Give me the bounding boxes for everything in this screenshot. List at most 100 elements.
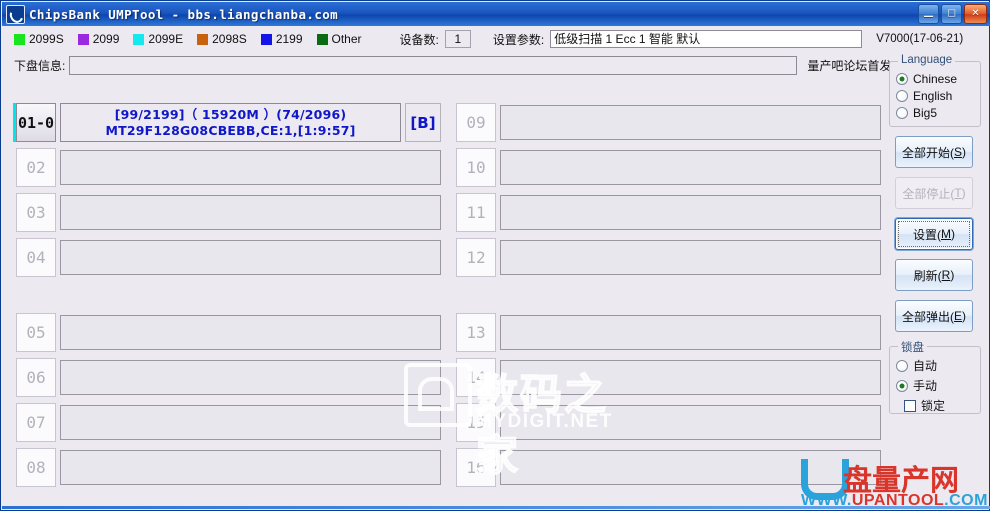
slot-row[interactable]: 13	[453, 312, 881, 353]
device-count-label: 设备数:	[399, 32, 439, 47]
slot-number: 03	[16, 193, 56, 232]
refresh-tail: )	[950, 268, 955, 282]
legend-swatch-2098s	[197, 33, 209, 45]
app-window: ChipsBank UMPTool - bbs.liangchanba.com …	[0, 0, 990, 511]
slot-number: 11	[456, 193, 496, 232]
slot-number: 06	[16, 358, 56, 397]
slot-row[interactable]: 03	[13, 192, 441, 233]
param-field[interactable]: 低级扫描 1 Ecc 1 智能 默认	[550, 30, 863, 48]
slot-body[interactable]	[60, 360, 441, 395]
maximize-button[interactable]: □	[941, 4, 962, 24]
slot-body[interactable]	[500, 150, 881, 185]
slot-row[interactable]: 14	[453, 357, 881, 398]
slot-body[interactable]	[60, 150, 441, 185]
language-option-big5[interactable]: Big5	[896, 106, 980, 120]
language-group: Language Chinese English Big5	[889, 54, 981, 127]
minimize-button[interactable]: —	[918, 4, 939, 24]
slot-body[interactable]	[500, 240, 881, 275]
legend-item: 2099S	[14, 32, 64, 46]
radio-icon	[896, 379, 908, 392]
refresh-button[interactable]: 刷新(R)	[895, 259, 973, 291]
slot-row[interactable]: 15	[453, 402, 881, 443]
settings-tail: )	[951, 227, 955, 241]
slot-row[interactable]: 10	[453, 147, 881, 188]
maximize-icon: □	[947, 8, 956, 19]
lock-group: 锁盘 自动 手动 锁定	[889, 339, 981, 414]
slot-body[interactable]	[60, 240, 441, 275]
start-all-accel: S	[953, 145, 962, 159]
slot-body[interactable]	[500, 405, 881, 440]
lock-checkbox-label: 锁定	[921, 399, 946, 413]
slot-number: 05	[16, 313, 56, 352]
start-all-button[interactable]: 全部开始(S)	[895, 136, 973, 168]
slot-body[interactable]	[500, 195, 881, 230]
slot-row[interactable]: 09	[453, 102, 881, 143]
language-option-label: Big5	[913, 106, 938, 120]
slot-number: 16	[456, 448, 496, 487]
radio-icon	[896, 90, 908, 102]
slot-row[interactable]: 16	[453, 447, 881, 488]
slot-number: 15	[456, 403, 496, 442]
eject-all-accel: E	[953, 309, 962, 323]
slot-body[interactable]: [99/2199]（ 15920M ）(74/2096) MT29F128G08…	[60, 103, 401, 142]
legend-label: 2098S	[212, 32, 247, 46]
slot-number: 08	[16, 448, 56, 487]
status-line	[2, 506, 990, 509]
slot-row[interactable]: 01-0 [99/2199]（ 15920M ）(74/2096) MT29F1…	[13, 102, 441, 143]
lock-option-label: 手动	[913, 379, 938, 393]
slot-body[interactable]	[500, 105, 881, 140]
disk-info-field[interactable]	[69, 55, 798, 75]
slot-body[interactable]	[500, 450, 881, 485]
settings-button[interactable]: 设置(M)	[895, 218, 973, 250]
legend-swatch-2199	[260, 33, 272, 45]
eject-all-button[interactable]: 全部弹出(E)	[895, 300, 973, 332]
slot-number: 13	[456, 313, 496, 352]
radio-icon	[896, 359, 908, 372]
stop-all-button[interactable]: 全部停止(T)	[895, 177, 973, 209]
slot-row[interactable]: 12	[453, 237, 881, 278]
slot-number: 10	[456, 148, 496, 187]
slot-info-line1: [99/2199]（ 15920M ）(74/2096)	[114, 106, 347, 122]
language-option-english[interactable]: English	[896, 89, 980, 103]
slot-number: 02	[16, 148, 56, 187]
slot-body[interactable]	[500, 360, 881, 395]
stop-all-label: 全部停止(	[902, 186, 955, 201]
slot-row[interactable]: 04	[13, 237, 441, 278]
slot-body[interactable]	[60, 450, 441, 485]
slot-body[interactable]	[500, 315, 881, 350]
legend-swatch-2099	[77, 33, 89, 45]
eject-all-tail: )	[962, 309, 966, 323]
lock-option-label: 自动	[913, 359, 938, 373]
slot-row[interactable]: 05	[13, 312, 441, 353]
legend-swatch-2099e	[133, 33, 145, 45]
slot-row[interactable]: 02	[13, 147, 441, 188]
language-option-label: Chinese	[913, 72, 958, 86]
legend-item: 2098S	[197, 32, 247, 46]
slot-number: 09	[456, 103, 496, 142]
window-controls: — □ ✕	[918, 4, 987, 24]
slot-bank-badge: [B]	[405, 103, 441, 142]
slot-row[interactable]: 07	[13, 402, 441, 443]
language-option-chinese[interactable]: Chinese	[896, 72, 980, 86]
slot-body[interactable]	[60, 195, 441, 230]
disk-info-row: 下盘信息: 量产吧论坛首发	[2, 52, 990, 78]
close-button[interactable]: ✕	[964, 4, 987, 24]
stop-all-tail: )	[961, 186, 966, 200]
radio-icon	[896, 73, 908, 85]
lock-option-manual[interactable]: 手动	[896, 377, 980, 394]
legend-label: 2099E	[148, 32, 184, 46]
slot-body[interactable]	[60, 315, 441, 350]
slot-body[interactable]	[60, 405, 441, 440]
lock-checkbox-row[interactable]: 锁定	[904, 397, 980, 414]
slot-number: 12	[456, 238, 496, 277]
slot-row[interactable]: 06	[13, 357, 441, 398]
slot-row[interactable]: 11	[453, 192, 881, 233]
minimize-icon: —	[923, 11, 934, 22]
refresh-accel: R	[941, 268, 951, 282]
device-count-field[interactable]: 1	[444, 30, 471, 48]
slot-row[interactable]: 08	[13, 447, 441, 488]
legend-item: Other	[316, 32, 362, 46]
lock-option-auto[interactable]: 自动	[896, 357, 980, 374]
radio-icon	[896, 107, 908, 119]
refresh-label: 刷新(	[913, 268, 942, 283]
